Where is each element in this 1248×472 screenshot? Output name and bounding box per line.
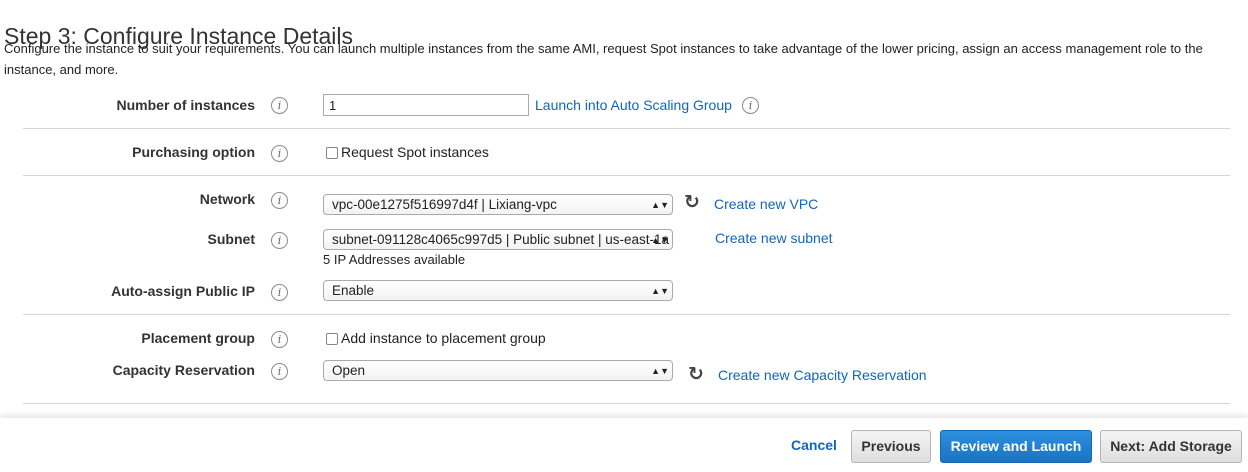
info-icon[interactable]: i [271,145,288,162]
updown-arrows-icon: ▲▼ [651,285,669,296]
info-icon[interactable]: i [271,331,288,348]
wizard-footer: Cancel Previous Review and Launch Next: … [0,418,1248,472]
subnet-select-value: subnet-091128c4065c997d5 | Public subnet… [332,232,669,247]
section-divider [23,175,1230,176]
create-new-subnet-link[interactable]: Create new subnet [715,230,833,246]
next-add-storage-button[interactable]: Next: Add Storage [1100,430,1242,463]
network-select[interactable]: vpc-00e1275f516997d4f | Lixiang-vpc ▲▼ [323,194,673,215]
number-of-instances-input[interactable] [323,94,529,116]
info-icon[interactable]: i [271,97,288,114]
create-new-vpc-link[interactable]: Create new VPC [714,196,818,212]
info-icon[interactable]: i [742,97,759,114]
updown-arrows-icon: ▲▼ [651,199,669,210]
section-divider [23,314,1230,315]
updown-arrows-icon: ▲▼ [651,365,669,376]
ip-addresses-available: 5 IP Addresses available [323,252,466,267]
refresh-icon[interactable]: ↻ [684,193,700,212]
auto-assign-ip-label: Auto-assign Public IP [111,283,255,299]
section-divider [23,403,1230,404]
info-icon[interactable]: i [271,363,288,380]
capacity-reservation-label: Capacity Reservation [112,362,255,378]
create-capacity-reservation-link[interactable]: Create new Capacity Reservation [718,367,927,383]
review-and-launch-button[interactable]: Review and Launch [940,430,1092,463]
auto-assign-ip-select[interactable]: Enable ▲▼ [323,280,673,301]
page-description: Configure the instance to suit your requ… [4,41,1203,77]
number-of-instances-label: Number of instances [116,97,255,113]
refresh-icon[interactable]: ↻ [688,365,704,384]
previous-button[interactable]: Previous [851,430,931,463]
placement-group-checkbox[interactable] [326,333,338,345]
subnet-select[interactable]: subnet-091128c4065c997d5 | Public subnet… [323,229,673,250]
auto-assign-ip-select-value: Enable [332,283,375,298]
updown-arrows-icon: ▲▼ [651,234,669,245]
capacity-reservation-select-value: Open [332,363,366,378]
cancel-button[interactable]: Cancel [780,430,848,463]
placement-group-checkbox-label[interactable]: Add instance to placement group [341,330,546,346]
network-select-value: vpc-00e1275f516997d4f | Lixiang-vpc [332,197,557,212]
info-icon[interactable]: i [271,192,288,209]
section-divider [23,128,1230,129]
capacity-reservation-select[interactable]: Open ▲▼ [323,360,673,381]
launch-auto-scaling-link[interactable]: Launch into Auto Scaling Group [535,97,732,113]
subnet-label: Subnet [207,231,255,247]
placement-group-label: Placement group [141,330,255,346]
purchasing-option-label: Purchasing option [132,144,255,160]
info-icon[interactable]: i [271,284,288,301]
request-spot-label[interactable]: Request Spot instances [341,144,489,160]
request-spot-checkbox[interactable] [326,147,338,159]
network-label: Network [199,191,255,207]
info-icon[interactable]: i [271,232,288,249]
